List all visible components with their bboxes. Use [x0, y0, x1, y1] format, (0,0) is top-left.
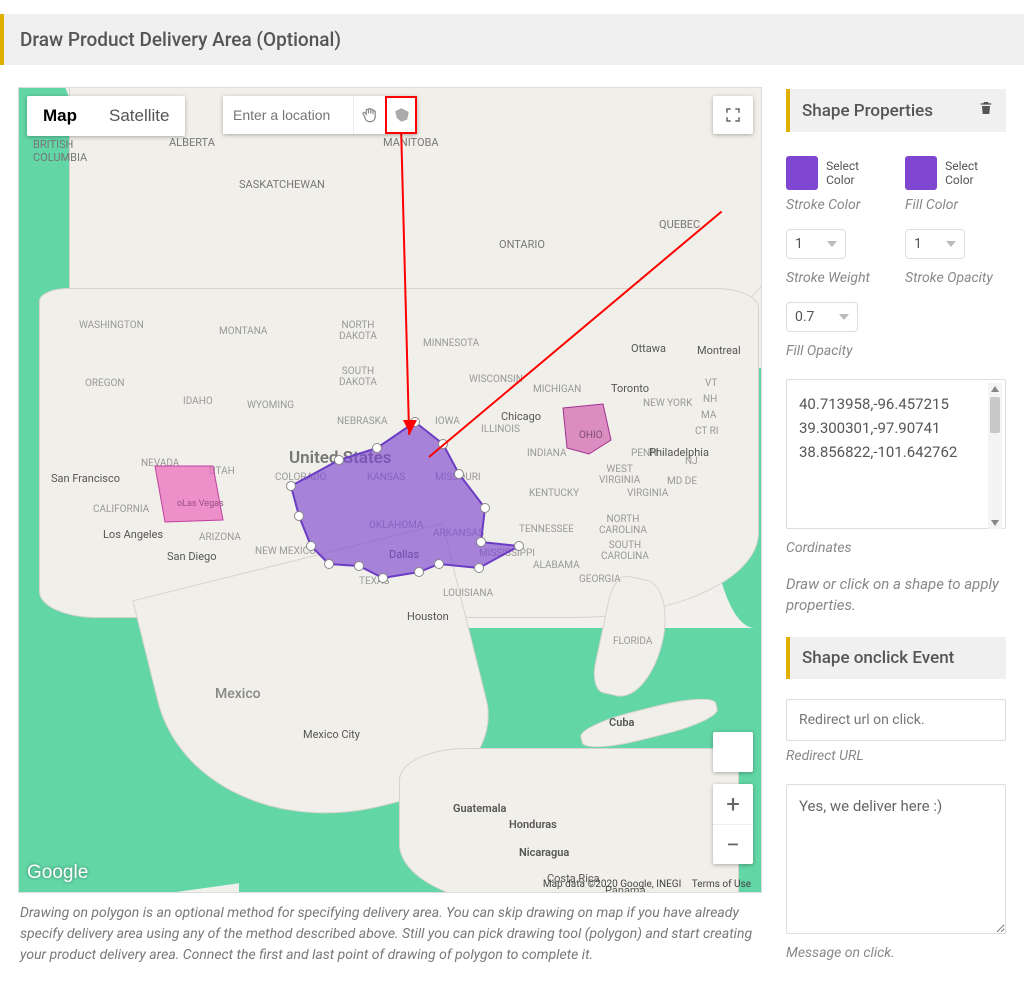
polygon-vertex[interactable] [454, 469, 464, 479]
chevron-down-icon [839, 314, 849, 320]
ohio-polygon-label: OHIO [579, 430, 603, 441]
scroll-up-icon[interactable] [988, 383, 1002, 395]
redirect-url-label: Redirect URL [786, 747, 1006, 766]
polygon-vertex[interactable] [334, 455, 344, 465]
stroke-weight-select[interactable]: 1 [786, 229, 846, 259]
delete-shape-button[interactable] [978, 100, 994, 121]
polygon-vertex[interactable] [476, 537, 486, 547]
polygon-icon [393, 106, 411, 124]
fill-color-button[interactable]: Select Color [945, 159, 1006, 187]
stroke-weight-label: Stroke Weight [786, 269, 887, 288]
message-on-click-textarea[interactable] [786, 784, 1006, 934]
hand-tool-button[interactable] [353, 96, 385, 134]
fill-opacity-value: 0.7 [795, 309, 814, 325]
stroke-weight-value: 1 [795, 236, 803, 252]
delivery-polygons: OHIO oLas Vegas [19, 88, 762, 893]
main-polygon[interactable] [291, 422, 519, 578]
polygon-vertex[interactable] [372, 443, 382, 453]
polygon-vertex[interactable] [378, 573, 388, 583]
scroll-down-icon[interactable] [988, 517, 1002, 529]
stroke-color-label: Stroke Color [786, 196, 887, 215]
nevada-polygon[interactable] [155, 466, 223, 522]
map-type-switch: Map Satellite [27, 96, 185, 136]
map-column: OHIO oLas Vegas [18, 87, 762, 966]
stroke-opacity-label: Stroke Opacity [905, 269, 1006, 288]
trash-icon [978, 100, 994, 116]
polygon-vertex[interactable] [414, 567, 424, 577]
stroke-color-swatch[interactable] [786, 156, 818, 190]
polygon-vertex[interactable] [294, 511, 304, 521]
zoom-control: + − [713, 784, 753, 864]
zoom-in-button[interactable]: + [713, 784, 753, 824]
fill-opacity-label: Fill Opacity [786, 342, 1006, 361]
map-attribution: Map data ©2020 Google, INEGI Terms of Us… [539, 879, 755, 890]
terms-link[interactable]: Terms of Use [688, 879, 755, 890]
polygon-vertex[interactable] [286, 481, 296, 491]
map[interactable]: OHIO oLas Vegas [18, 87, 762, 893]
stroke-opacity-select[interactable]: 1 [905, 229, 965, 259]
onclick-event-header: Shape onclick Event [786, 637, 1006, 679]
polygon-vertex[interactable] [474, 563, 484, 573]
polygon-vertex[interactable] [480, 503, 490, 513]
polygon-vertex[interactable] [324, 559, 334, 569]
shape-properties-title: Shape Properties [802, 101, 933, 121]
redirect-url-input[interactable] [786, 699, 1006, 741]
chevron-down-icon [946, 241, 956, 247]
polygon-vertex[interactable] [434, 559, 444, 569]
polygon-vertex[interactable] [306, 541, 316, 551]
stroke-opacity-value: 1 [914, 236, 922, 252]
map-footnote: Drawing on polygon is an optional method… [18, 893, 762, 966]
fullscreen-icon [724, 106, 742, 124]
map-type-satellite[interactable]: Satellite [93, 96, 185, 136]
shape-properties-header: Shape Properties [786, 89, 1006, 132]
nevada-polygon-label: oLas Vegas [177, 499, 224, 509]
zoom-out-button[interactable]: − [713, 824, 753, 864]
google-logo: Google [27, 862, 88, 884]
arrowhead-to-map [403, 420, 417, 434]
scroll-thumb[interactable] [990, 397, 1000, 433]
map-type-map[interactable]: Map [27, 96, 93, 136]
fullscreen-button[interactable] [713, 96, 753, 134]
coordinates-scrollbar[interactable] [988, 383, 1002, 529]
location-search-input[interactable] [223, 96, 353, 134]
polygon-tool-button[interactable] [385, 96, 417, 134]
toggle-layer-button[interactable] [713, 732, 753, 772]
map-search-bar [223, 96, 417, 134]
hand-icon [361, 106, 379, 124]
map-data-text: Map data ©2020 Google, INEGI [539, 879, 685, 890]
coordinates-textarea[interactable] [786, 379, 1006, 529]
fill-color-swatch[interactable] [905, 156, 937, 190]
fill-color-label: Fill Color [905, 196, 1006, 215]
message-on-click-label: Message on click. [786, 944, 1006, 963]
side-panel: Shape Properties Select Color Stroke Col… [786, 87, 1006, 966]
fill-opacity-select[interactable]: 0.7 [786, 302, 858, 332]
panel-title: Draw Product Delivery Area (Optional) [0, 14, 1024, 65]
ohio-polygon[interactable] [563, 404, 611, 454]
polygon-vertex[interactable] [514, 541, 524, 551]
chevron-down-icon [827, 241, 837, 247]
stroke-color-button[interactable]: Select Color [826, 159, 887, 187]
shape-hint-text: Draw or click on a shape to apply proper… [786, 574, 1006, 618]
polygon-vertex[interactable] [354, 561, 364, 571]
onclick-event-title: Shape onclick Event [802, 648, 954, 668]
coordinates-label: Cordinates [786, 539, 1006, 558]
